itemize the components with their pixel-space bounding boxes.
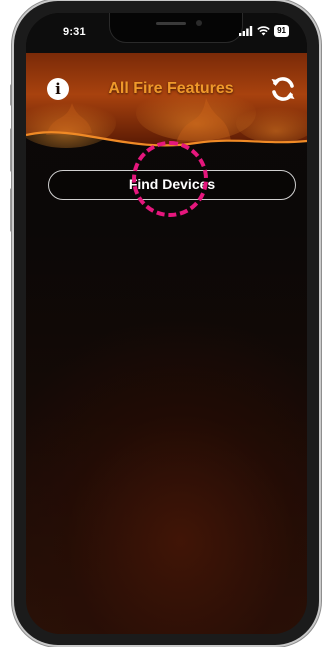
wifi-icon — [257, 26, 270, 36]
find-devices-button[interactable]: Find Devices — [48, 170, 296, 200]
status-icons: 91 — [239, 25, 289, 37]
battery-indicator: 91 — [274, 25, 289, 37]
info-icon: i — [55, 80, 61, 98]
phone-screen: 9:31 91 i All Fire Features Find Devices — [26, 13, 307, 634]
speaker-grille — [156, 22, 186, 25]
signal-bars-icon — [239, 26, 253, 36]
info-button[interactable]: i — [47, 78, 69, 100]
app-header: i All Fire Features — [26, 53, 307, 163]
refresh-button[interactable] — [268, 74, 298, 104]
front-camera — [196, 20, 202, 26]
page-title: All Fire Features — [108, 80, 234, 97]
home-indicator — [118, 619, 216, 623]
refresh-icon — [271, 77, 295, 101]
stage: 9:31 91 i All Fire Features Find Devices — [0, 0, 323, 647]
fire-banner — [26, 53, 307, 148]
notch — [110, 13, 242, 42]
status-time: 9:31 — [63, 26, 86, 38]
status-bar: 9:31 91 — [26, 13, 307, 53]
